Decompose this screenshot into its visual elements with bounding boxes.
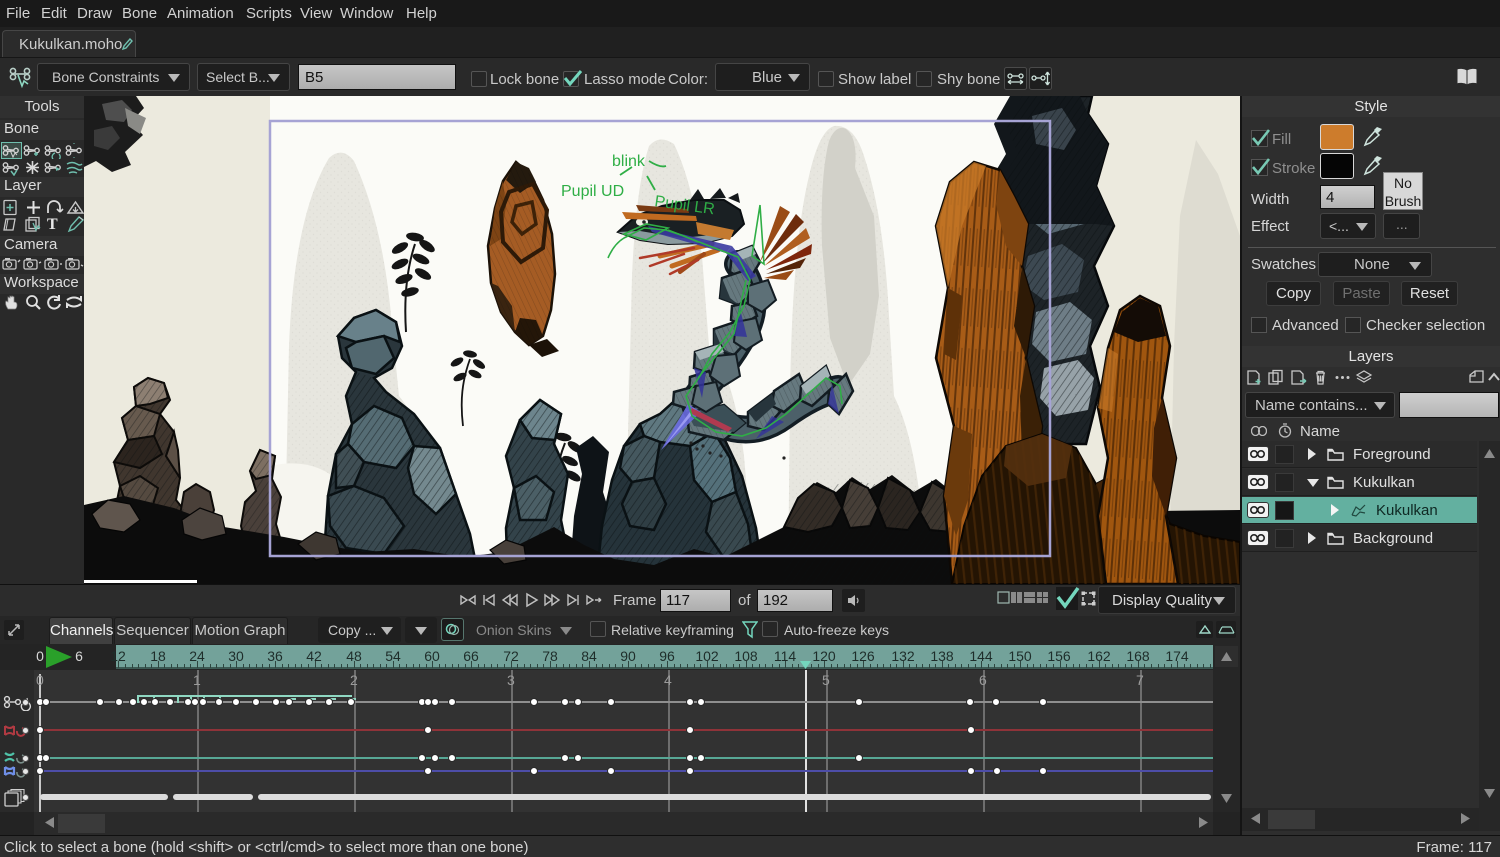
svg-text:Pupil UD: Pupil UD	[561, 183, 624, 200]
svg-text:blink: blink	[612, 153, 646, 170]
